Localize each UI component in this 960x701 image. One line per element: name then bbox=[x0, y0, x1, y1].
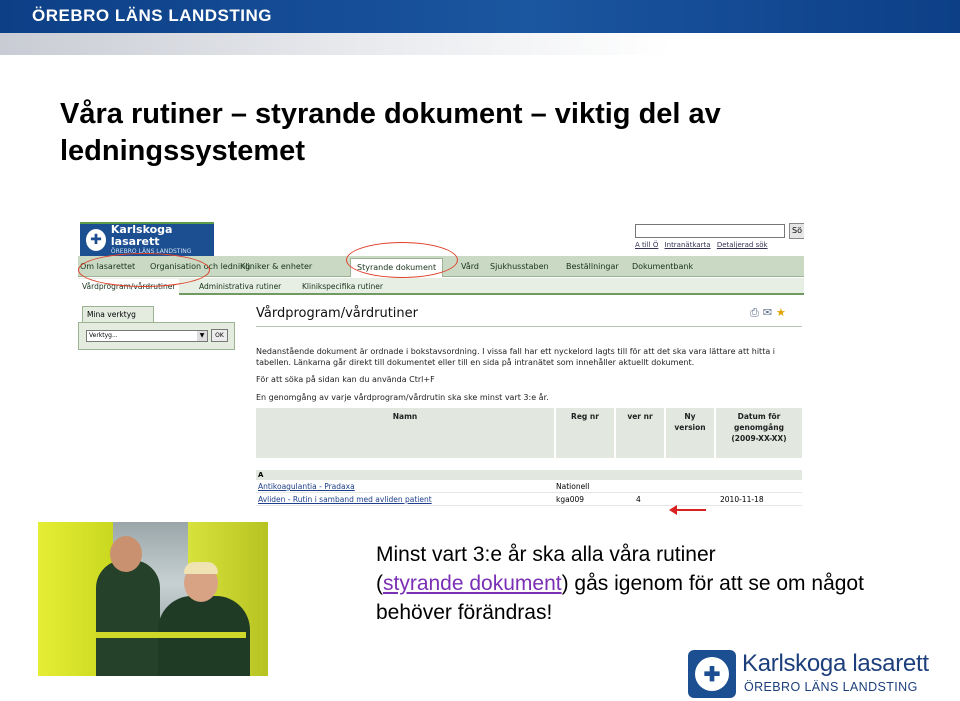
row-vernr: 4 bbox=[636, 495, 641, 504]
top-banner: ÖREBRO LÄNS LANDSTING bbox=[0, 0, 960, 56]
col-regnr: Reg nr bbox=[556, 408, 616, 458]
row-regnr: kga009 bbox=[556, 495, 585, 504]
body-line-3: behöver förändras! bbox=[376, 601, 553, 624]
banner-fade bbox=[0, 33, 960, 55]
subnav-administrativa[interactable]: Administrativa rutiner bbox=[199, 282, 281, 291]
nav-kliniker[interactable]: Kliniker & enheter bbox=[240, 262, 312, 271]
heading-divider bbox=[256, 326, 802, 327]
row-ny-version bbox=[666, 480, 716, 492]
intro-text: Nedanstående dokument är ordnade i bokst… bbox=[256, 347, 775, 367]
tools-tab[interactable]: Mina verktyg bbox=[82, 306, 154, 322]
search-hint: För att söka på sidan kan du använda Ctr… bbox=[256, 375, 435, 384]
table-row: Antikoagulantia - Pradaxa Nationell bbox=[256, 480, 802, 493]
body-line-2: (styrande dokument) gås igenom för att s… bbox=[376, 572, 864, 595]
row-name-link[interactable]: Avliden - Rutin i samband med avliden pa… bbox=[256, 493, 556, 505]
intranet-search-button[interactable]: Sö bbox=[789, 223, 804, 239]
intranet-logo[interactable]: ✚ Karlskoga lasarett ÖREBRO LÄNS LANDSTI… bbox=[80, 222, 214, 256]
logo-title: Karlskoga lasarett bbox=[110, 223, 173, 248]
page-heading: Vårdprogram/vårdrutiner bbox=[256, 306, 418, 321]
table-row: Avliden - Rutin i samband med avliden pa… bbox=[256, 493, 802, 506]
staff-photo bbox=[38, 522, 268, 676]
footer-logo-name: Karlskoga lasarett bbox=[742, 650, 929, 677]
tools-select[interactable]: Verktyg... ▼ bbox=[86, 330, 208, 342]
link-a-till-o[interactable]: A till Ö bbox=[635, 241, 658, 249]
nav-dokumentbank[interactable]: Dokumentbank bbox=[632, 262, 693, 271]
banner-brand: ÖREBRO LÄNS LANDSTING bbox=[32, 6, 272, 25]
nav-bestallningar[interactable]: Beställningar bbox=[566, 262, 619, 271]
intranet-search-input[interactable] bbox=[635, 224, 785, 238]
highlight-ring bbox=[346, 242, 458, 278]
row-ny-version bbox=[666, 493, 716, 505]
subnav-klinikspecifika[interactable]: Klinikspecifika rutiner bbox=[302, 282, 383, 291]
row-regnr: Nationell bbox=[556, 482, 590, 491]
col-namn: Namn bbox=[256, 408, 556, 458]
footer-logo-mark-icon: ✚ bbox=[688, 650, 736, 698]
slide-title: Våra rutiner – styrande dokument – vikti… bbox=[60, 98, 721, 167]
highlight-ring bbox=[78, 253, 210, 287]
table-header: Namn Reg nr ver nr Ny version Datum för … bbox=[256, 408, 802, 458]
body-line-1: Minst vart 3:e år ska alla våra rutiner bbox=[376, 543, 716, 566]
link-detaljerad-sok[interactable]: Detaljerad sök bbox=[717, 241, 768, 249]
col-ny-version: Ny version bbox=[666, 408, 716, 458]
chevron-down-icon[interactable]: ▼ bbox=[197, 331, 207, 341]
top-links: A till Ö Intranätkarta Detaljerad sök bbox=[635, 241, 772, 249]
document-table: Namn Reg nr ver nr Ny version Datum för … bbox=[256, 408, 802, 506]
red-arrow-icon bbox=[669, 505, 706, 515]
mail-icon[interactable]: ✉ bbox=[763, 306, 776, 319]
footer-logo: ✚ Karlskoga lasarett ÖREBRO LÄNS LANDSTI… bbox=[688, 648, 938, 700]
nav-vard[interactable]: Vård bbox=[461, 262, 479, 271]
link-intranatkarta[interactable]: Intranätkarta bbox=[665, 241, 711, 249]
footer-logo-sub: ÖREBRO LÄNS LANDSTING bbox=[744, 680, 918, 694]
col-vernr: ver nr bbox=[616, 408, 666, 458]
tools-panel: Mina verktyg Verktyg... ▼ OK bbox=[78, 306, 238, 352]
row-vernr bbox=[616, 480, 666, 492]
row-datum bbox=[716, 480, 802, 492]
star-icon[interactable]: ★ bbox=[776, 306, 790, 319]
logo-mark-icon: ✚ bbox=[86, 229, 106, 251]
row-name-link[interactable]: Antikoagulantia - Pradaxa bbox=[256, 480, 556, 492]
slide-body: Minst vart 3:e år ska alla våra rutiner … bbox=[376, 540, 956, 627]
tools-ok-button[interactable]: OK bbox=[211, 329, 228, 342]
row-datum: 2010-11-18 bbox=[720, 495, 764, 504]
review-note: En genomgång av varje vårdprogram/vårdru… bbox=[256, 393, 549, 402]
tools-select-value: Verktyg... bbox=[89, 332, 118, 339]
page-tools: ⎙✉★ bbox=[750, 306, 790, 320]
nav-sjukhusstaben[interactable]: Sjukhusstaben bbox=[490, 262, 549, 271]
letter-group: A bbox=[256, 470, 802, 480]
styrande-dokument-link[interactable]: styrande dokument bbox=[383, 572, 562, 595]
print-icon[interactable]: ⎙ bbox=[750, 306, 763, 319]
col-datum: Datum för genomgång (2009-XX-XX) bbox=[731, 412, 787, 443]
